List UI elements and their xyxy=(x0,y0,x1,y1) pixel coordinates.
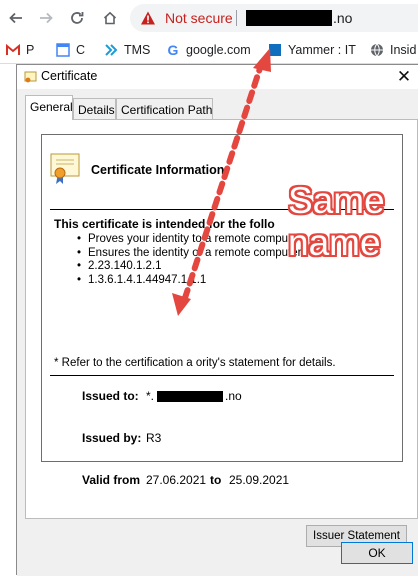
tms-icon xyxy=(104,43,118,57)
tab-label: General xyxy=(30,100,73,114)
dialog-body: General Details Certification Path Certi… xyxy=(17,89,418,576)
issued-to-prefix: *. xyxy=(146,389,155,403)
valid-to-value: 25.09.2021 xyxy=(229,473,290,487)
issued-to-label: Issued to: xyxy=(82,389,139,403)
certificate-ribbon-icon xyxy=(50,153,80,184)
address-bar[interactable]: Not secure .no xyxy=(130,4,418,32)
bookmark-label: C xyxy=(76,43,86,57)
certificate-info-heading: Certificate Information xyxy=(91,163,225,177)
reload-button[interactable] xyxy=(65,6,89,30)
redacted-domain xyxy=(246,10,332,26)
bookmark-yammer[interactable]: Yammer : IT xyxy=(268,41,356,59)
back-button[interactable] xyxy=(4,6,28,30)
list-item: 2.23.140.1.2.1 xyxy=(77,260,302,274)
bookmark-label: google.com xyxy=(186,43,251,57)
intended-purposes-title: This certificate is intended for the fol… xyxy=(54,217,275,231)
tab-label: Certification Path xyxy=(121,103,213,117)
certificate-icon xyxy=(24,71,37,83)
back-arrow-icon xyxy=(9,12,22,24)
forward-arrow-icon xyxy=(40,12,53,24)
bookmark-google[interactable]: G google.com xyxy=(166,41,251,59)
tab-certification-path[interactable]: Certification Path xyxy=(116,98,213,120)
bookmarks-bar: P C TMS G google.com Yammer : IT Insid xyxy=(0,36,418,64)
security-status-label[interactable]: Not secure xyxy=(165,10,233,26)
list-item: Ensures the identity of a remote compute… xyxy=(77,247,301,261)
url-suffix: .no xyxy=(333,10,353,26)
general-tab-panel: Certificate Information This certificate… xyxy=(25,119,418,547)
tab-label: Details xyxy=(78,103,115,117)
bookmark-label: Yammer : IT xyxy=(288,43,356,57)
tab-general[interactable]: General xyxy=(25,95,73,120)
annotation-label-line1: Same xyxy=(288,180,385,221)
tab-details[interactable]: Details xyxy=(73,98,116,120)
list-item: 1.3.6.1.4.1.44947.1.1.1 xyxy=(77,274,302,288)
issued-by-value: R3 xyxy=(146,431,162,445)
warning-icon xyxy=(141,11,155,25)
bookmark-gmail[interactable]: P xyxy=(6,41,34,59)
ok-button[interactable]: OK xyxy=(341,542,413,564)
globe-icon xyxy=(370,43,384,57)
refer-note: * Refer to the certification a ority's s… xyxy=(54,357,336,369)
valid-from-label: Valid from xyxy=(82,473,141,487)
google-icon: G xyxy=(167,42,179,58)
yammer-icon xyxy=(268,43,282,57)
bookmark-calendar[interactable]: C xyxy=(56,41,85,59)
redacted-domain xyxy=(157,391,223,402)
browser-toolbar: Not secure .no xyxy=(0,0,418,36)
issued-to-suffix: .no xyxy=(225,389,242,403)
close-button[interactable]: ✕ xyxy=(394,67,414,87)
forward-button[interactable] xyxy=(34,6,58,30)
bookmark-label: P xyxy=(26,43,35,57)
omnibox-divider xyxy=(236,10,237,26)
certificate-dialog: Certificate ✕ General Details Certificat… xyxy=(16,64,418,576)
bookmark-label: TMS xyxy=(124,43,151,57)
bookmark-label: Insid xyxy=(390,43,417,57)
home-button[interactable] xyxy=(98,6,122,30)
dialog-title: Certificate xyxy=(41,69,98,83)
valid-to-word: to xyxy=(210,473,222,487)
issued-by-label: Issued by: xyxy=(82,431,142,445)
bookmark-insid[interactable]: Insid xyxy=(370,41,416,59)
annotation-label-line2: name xyxy=(288,222,381,263)
divider xyxy=(50,375,394,376)
bookmark-tms[interactable]: TMS xyxy=(104,41,150,59)
list-item: Proves your identity to a remote compu xyxy=(77,233,302,247)
gmail-icon xyxy=(6,43,20,57)
calendar-icon xyxy=(56,43,70,57)
reload-icon xyxy=(71,12,84,24)
valid-from-value: 27.06.2021 xyxy=(146,473,207,487)
dialog-titlebar[interactable]: Certificate ✕ xyxy=(17,65,418,89)
purpose-list: Proves your identity to a remote compu E… xyxy=(77,233,302,288)
home-icon xyxy=(103,11,117,25)
close-icon: ✕ xyxy=(396,67,412,86)
